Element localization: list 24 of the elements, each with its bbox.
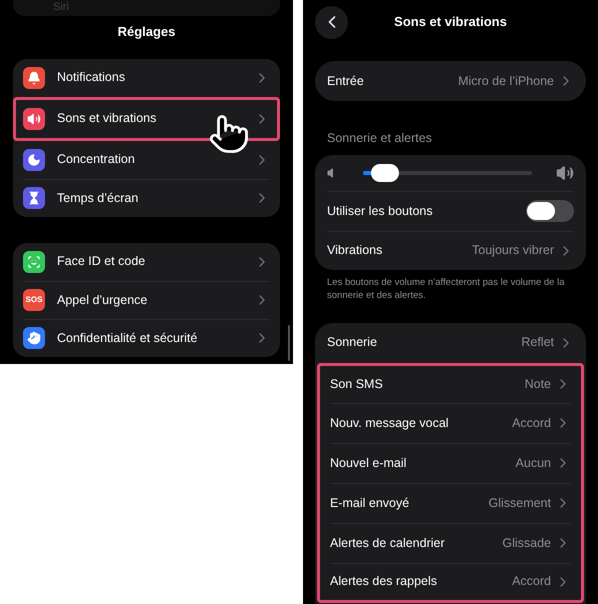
settings-row[interactable]: Temps d’écran [23,178,270,216]
section-header: Sonnerie et alertes [326,130,433,147]
speaker-high-icon [556,164,574,182]
tone-row[interactable]: Nouv. message vocal Accord [317,402,584,443]
screen-title: Sons et vibrations [394,13,507,32]
tone-row[interactable]: Sonnerie Reflet [327,322,574,363]
settings-row[interactable]: Notifications [23,58,270,96]
settings-row[interactable]: SOS Appel d’urgence [23,280,270,318]
tone-row[interactable]: E-mail envoyé Glissement [317,482,584,523]
vibrations-row[interactable]: Vibrations Toujours vibrer [327,230,574,270]
scroll-indicator [288,325,290,361]
tone-row[interactable]: Nouvel e-mail Aucun [317,442,584,483]
settings-row[interactable]: Face ID et code [23,242,270,280]
toggle-switch[interactable] [526,200,574,222]
back-button[interactable] [315,6,348,38]
app-icon: SOS [23,289,45,311]
tone-row[interactable]: Alertes des rappels Accord [317,562,584,603]
settings-row[interactable]: Confidentialité et sécurité [23,318,270,356]
footer-note: Les boutons de volume n’affecteront pas le volume de la sonnerie et des alertes. [326,276,566,302]
input-row[interactable]: Entrée Micro de l’iPhone [315,61,586,101]
setting-label: Utiliser les boutons [327,202,434,220]
tone-row[interactable]: Son SMS Note [317,362,584,403]
screen-title: Réglages [116,23,176,41]
tone-row[interactable]: Alertes de calendrier Glissade [317,522,584,563]
